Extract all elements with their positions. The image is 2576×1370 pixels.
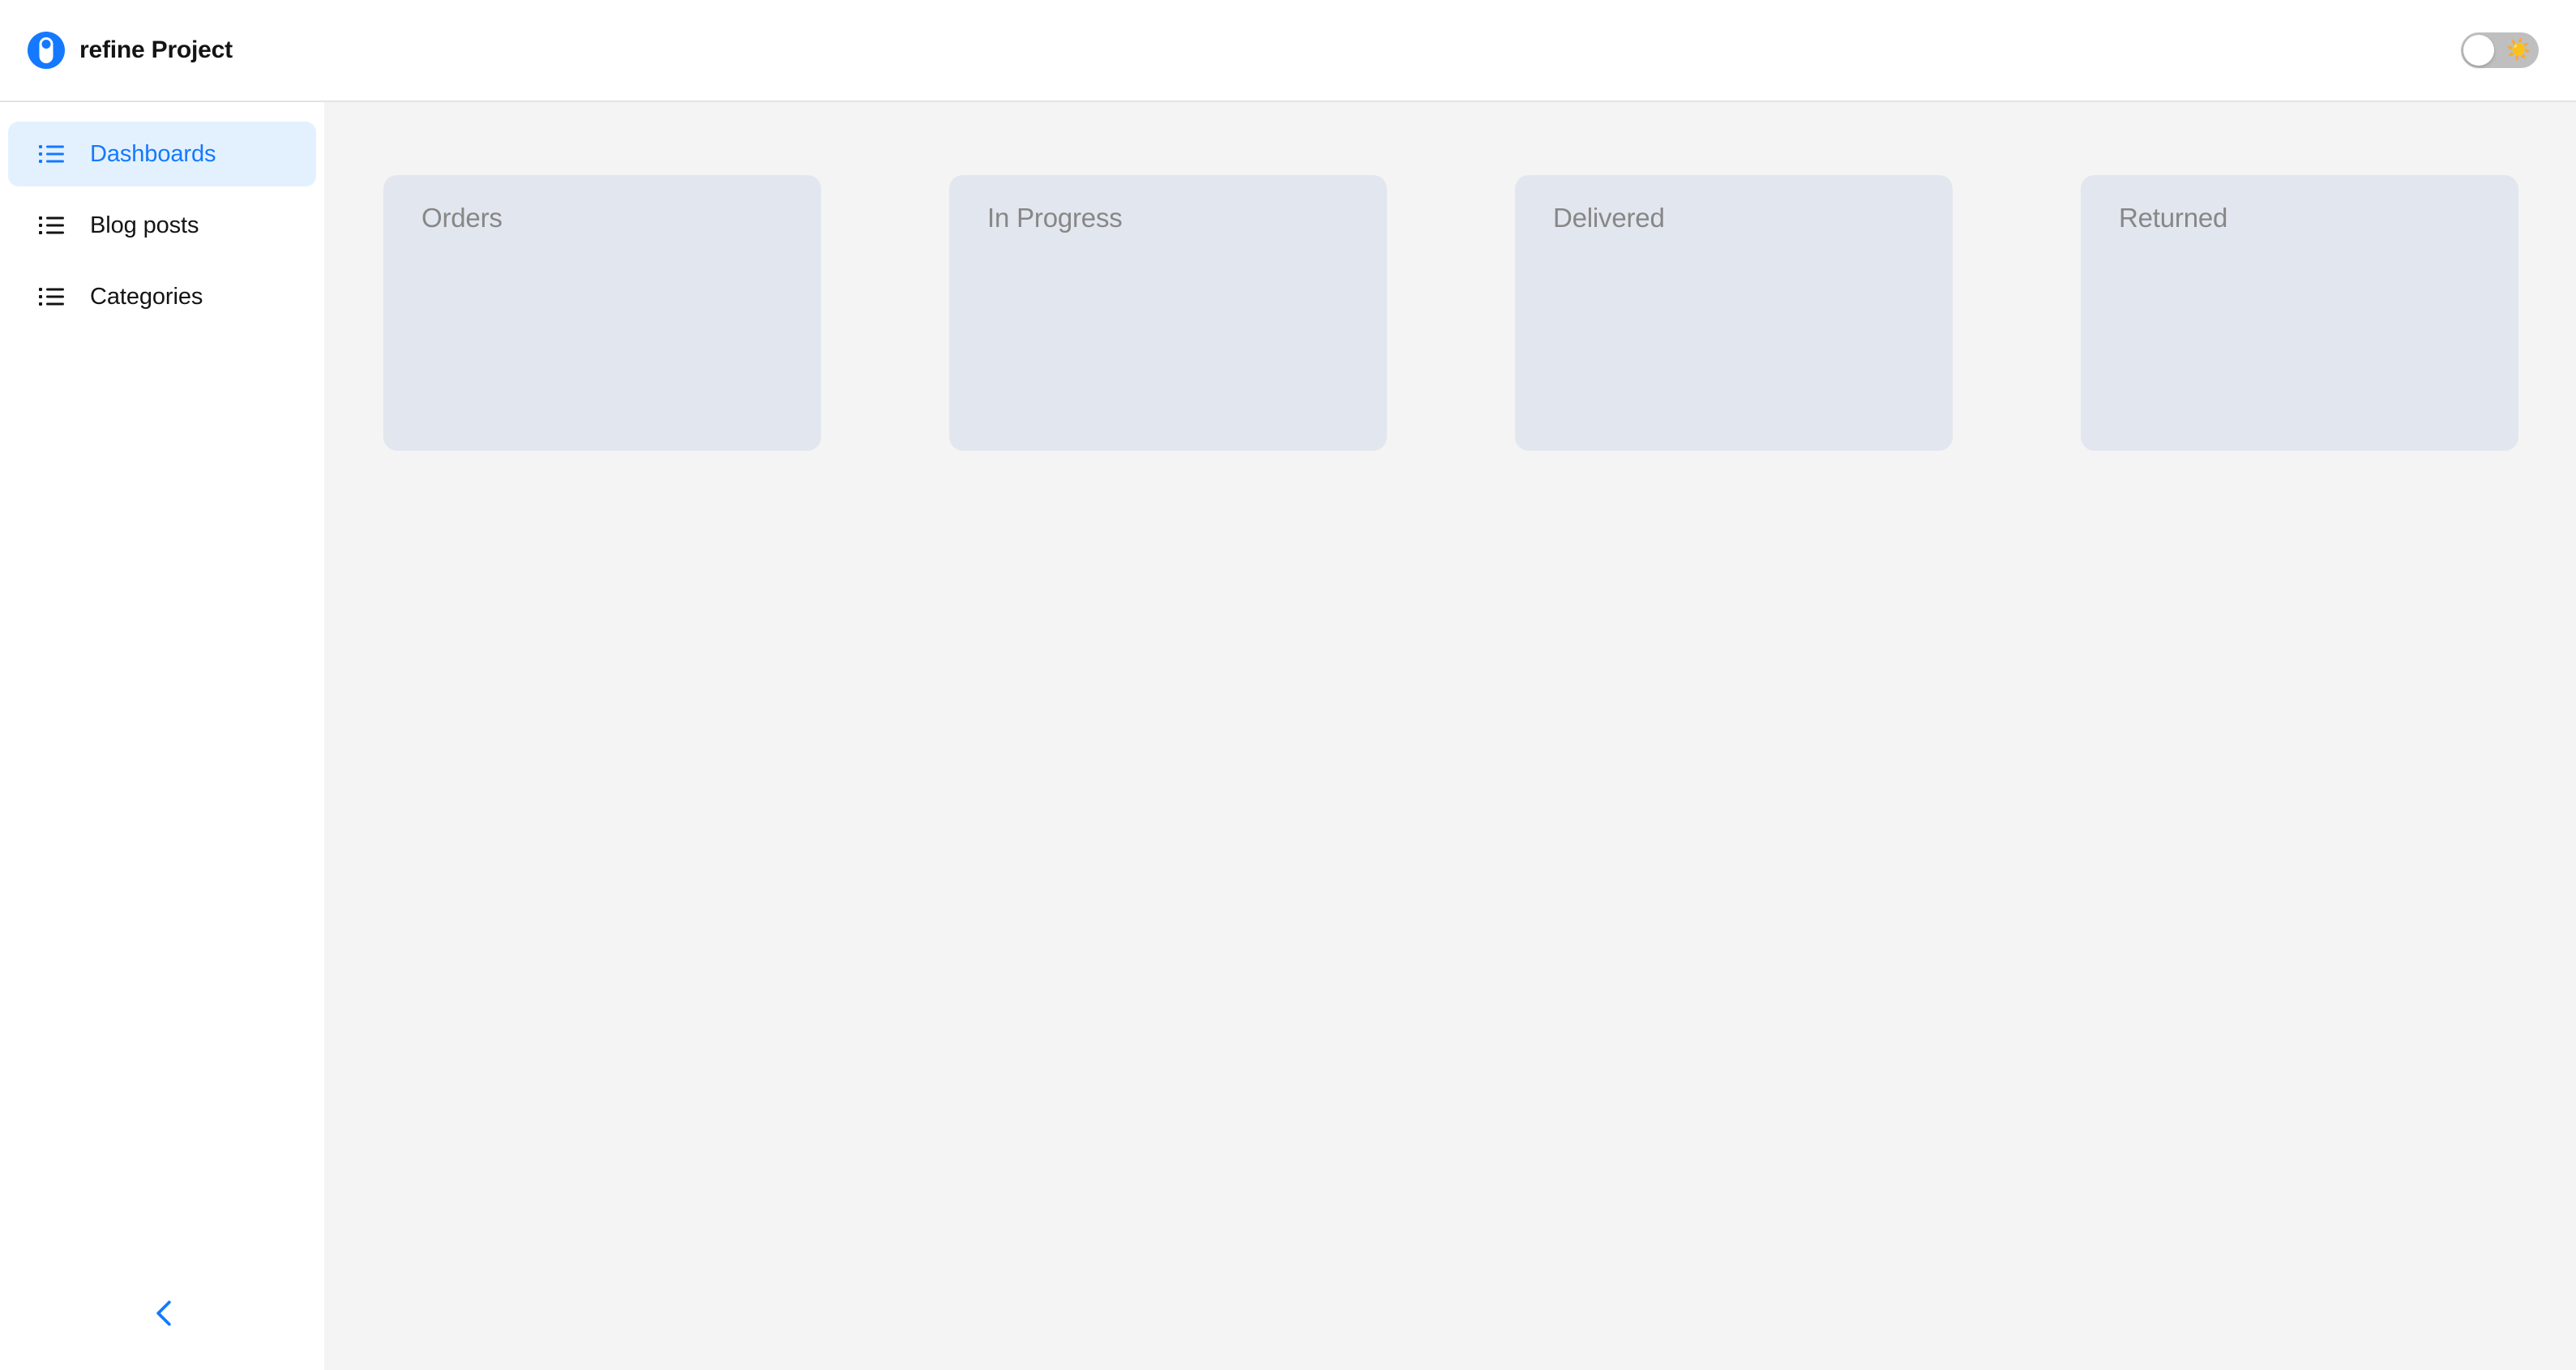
sidebar-nav: Dashboards Blog posts Categories xyxy=(0,102,324,329)
stat-card-title: Delivered xyxy=(1553,203,1665,233)
stat-card-orders[interactable]: Orders xyxy=(383,175,821,451)
main-content: Orders In Progress Delivered Returned xyxy=(324,102,2576,1370)
app-root: refine Project ☀️ Dashboards Blog posts … xyxy=(0,0,2576,1370)
sidebar-item-label: Dashboards xyxy=(90,140,216,167)
theme-toggle-knob xyxy=(2463,35,2494,66)
sidebar-item-label: Blog posts xyxy=(90,212,199,238)
stat-card-title: Returned xyxy=(2119,203,2228,233)
list-icon xyxy=(39,145,64,163)
refine-logo-icon xyxy=(28,32,65,69)
sidebar-item-label: Categories xyxy=(90,283,203,310)
theme-toggle[interactable]: ☀️ xyxy=(2461,32,2539,68)
sidebar: Dashboards Blog posts Categories xyxy=(0,102,324,1370)
stat-card-title: In Progress xyxy=(987,203,1123,233)
stat-card-title: Orders xyxy=(421,203,503,233)
stat-card-returned[interactable]: Returned xyxy=(2081,175,2518,451)
sidebar-collapse-button[interactable] xyxy=(144,1294,183,1333)
page-title: refine Project xyxy=(79,36,233,63)
app-header: refine Project ☀️ xyxy=(0,0,2576,102)
sidebar-item-categories[interactable]: Categories xyxy=(8,264,316,329)
stat-card-row: Orders In Progress Delivered Returned xyxy=(324,102,2576,451)
sidebar-item-blog-posts[interactable]: Blog posts xyxy=(8,193,316,258)
brand[interactable]: refine Project xyxy=(28,32,233,69)
list-icon xyxy=(39,288,64,306)
sidebar-item-dashboards[interactable]: Dashboards xyxy=(8,122,316,186)
list-icon xyxy=(39,216,64,234)
stat-card-delivered[interactable]: Delivered xyxy=(1515,175,1953,451)
chevron-left-icon xyxy=(156,1300,171,1326)
sun-icon: ☀️ xyxy=(2505,38,2531,62)
stat-card-in-progress[interactable]: In Progress xyxy=(949,175,1387,451)
